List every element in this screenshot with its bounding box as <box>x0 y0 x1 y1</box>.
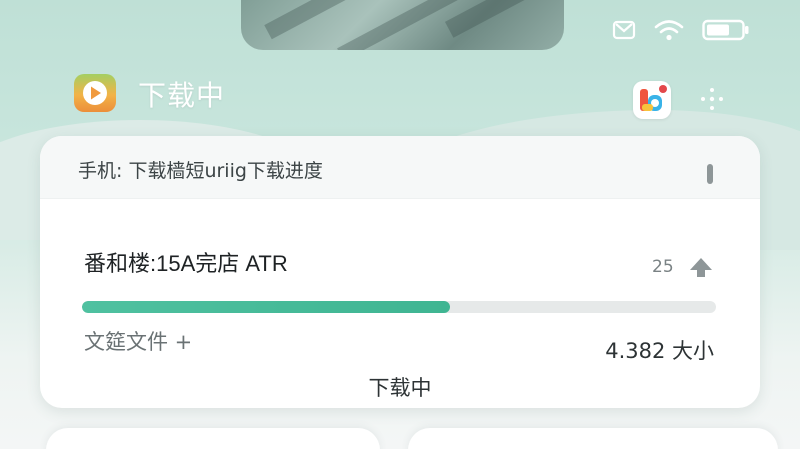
file-size: 4.382 大小 <box>605 339 714 363</box>
scroll-handle[interactable] <box>707 164 713 184</box>
mail-icon <box>612 20 636 40</box>
app-title: 下载中 <box>138 79 226 112</box>
media-thumbnail[interactable] <box>241 0 564 50</box>
card-title: 手机: 下载樯短uriig下载进度 <box>78 160 323 182</box>
download-count: 25 <box>652 257 674 277</box>
file-type: 文筵文件 + <box>84 330 193 354</box>
play-app-icon[interactable] <box>74 74 116 112</box>
color-app-icon[interactable] <box>633 81 671 119</box>
download-status: 下载中 <box>368 376 432 400</box>
list-card[interactable] <box>46 428 380 449</box>
wifi-icon <box>654 20 684 41</box>
download-progress-fill <box>82 301 450 313</box>
arrow-up-icon[interactable] <box>688 256 714 278</box>
card-header: 手机: 下载樯短uriig下载进度 <box>40 136 760 199</box>
download-progress-bar <box>82 301 716 313</box>
more-options-icon[interactable] <box>699 86 725 112</box>
list-card[interactable] <box>408 428 778 449</box>
battery-icon <box>702 19 749 41</box>
file-name: 番和楼:15A完店 ATR <box>84 251 288 276</box>
status-bar <box>612 16 750 44</box>
download-card[interactable]: 手机: 下载樯短uriig下载进度 番和楼:15A完店 ATR 25 文筵文件 … <box>40 136 760 408</box>
